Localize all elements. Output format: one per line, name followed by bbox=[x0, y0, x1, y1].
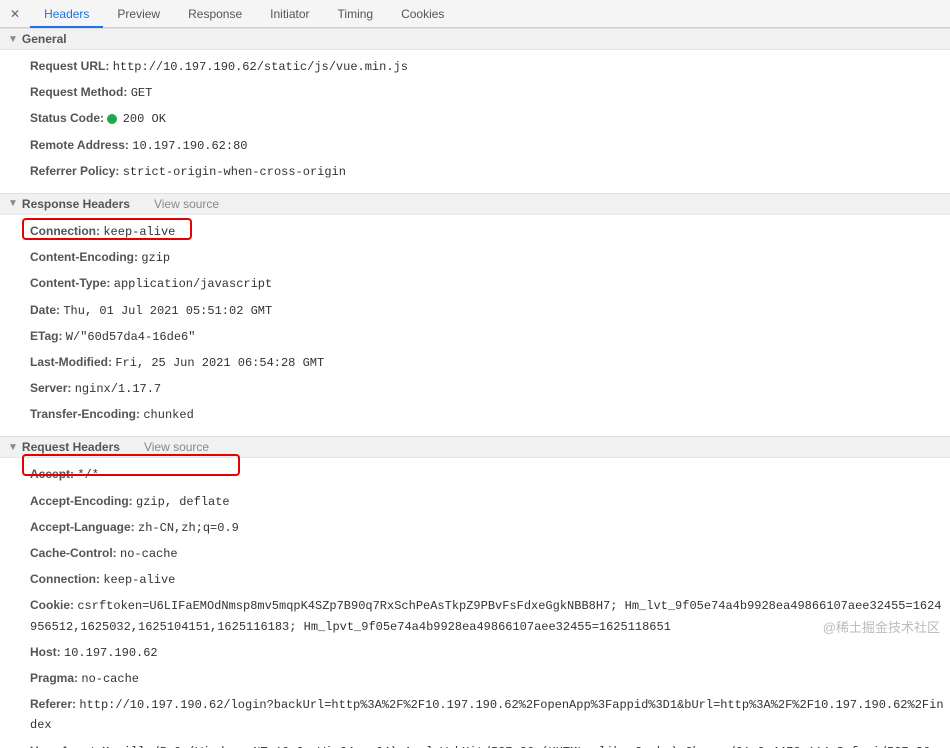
tab-initiator[interactable]: Initiator bbox=[256, 0, 323, 28]
kv-accept: Accept: */* bbox=[0, 462, 950, 488]
general-list: Request URL: http://10.197.190.62/static… bbox=[0, 50, 950, 193]
view-source-link[interactable]: View source bbox=[144, 440, 209, 454]
tab-cookies[interactable]: Cookies bbox=[387, 0, 458, 28]
section-request-title: Request Headers bbox=[22, 440, 120, 454]
kv-accept-language: Accept-Language: zh-CN,zh;q=0.9 bbox=[0, 515, 950, 541]
watermark: @稀土掘金技术社区 bbox=[823, 617, 940, 636]
kv-host: Host: 10.197.190.62 bbox=[0, 640, 950, 666]
kv-request-url: Request URL: http://10.197.190.62/static… bbox=[0, 54, 950, 80]
close-icon[interactable]: ✕ bbox=[4, 7, 30, 21]
kv-user-agent: User-Agent: Mozilla/5.0 (Windows NT 10.0… bbox=[0, 739, 950, 748]
kv-cookie: Cookie: csrftoken=U6LIFaEMOdNmsp8mv5mqpK… bbox=[0, 593, 950, 639]
disclosure-triangle-icon: ▼ bbox=[8, 198, 18, 209]
tab-preview[interactable]: Preview bbox=[103, 0, 174, 28]
kv-accept-encoding: Accept-Encoding: gzip, deflate bbox=[0, 489, 950, 515]
section-request-header[interactable]: ▼ Request Headers View source bbox=[0, 436, 950, 458]
kv-remote-address: Remote Address: 10.197.190.62:80 bbox=[0, 133, 950, 159]
view-source-link[interactable]: View source bbox=[154, 197, 219, 211]
tab-timing[interactable]: Timing bbox=[324, 0, 388, 28]
disclosure-triangle-icon: ▼ bbox=[8, 442, 18, 453]
tab-headers[interactable]: Headers bbox=[30, 0, 103, 28]
status-dot-icon bbox=[107, 114, 117, 124]
kv-pragma: Pragma: no-cache bbox=[0, 666, 950, 692]
kv-server: Server: nginx/1.17.7 bbox=[0, 376, 950, 402]
kv-cache-control: Cache-Control: no-cache bbox=[0, 541, 950, 567]
kv-content-encoding: Content-Encoding: gzip bbox=[0, 245, 950, 271]
kv-last-modified: Last-Modified: Fri, 25 Jun 2021 06:54:28… bbox=[0, 350, 950, 376]
section-general-title: General bbox=[22, 32, 67, 46]
tab-response[interactable]: Response bbox=[174, 0, 256, 28]
disclosure-triangle-icon: ▼ bbox=[8, 34, 18, 45]
kv-request-method: Request Method: GET bbox=[0, 80, 950, 106]
tabs-bar: ✕ Headers Preview Response Initiator Tim… bbox=[0, 0, 950, 28]
request-headers-list: Accept: */* Accept-Encoding: gzip, defla… bbox=[0, 458, 950, 748]
kv-transfer-encoding: Transfer-Encoding: chunked bbox=[0, 402, 950, 428]
kv-content-type: Content-Type: application/javascript bbox=[0, 271, 950, 297]
kv-referer: Referer: http://10.197.190.62/login?back… bbox=[0, 692, 950, 738]
kv-etag: ETag: W/"60d57da4-16de6" bbox=[0, 324, 950, 350]
kv-date: Date: Thu, 01 Jul 2021 05:51:02 GMT bbox=[0, 298, 950, 324]
response-headers-list: Connection: keep-alive Content-Encoding:… bbox=[0, 215, 950, 437]
kv-connection: Connection: keep-alive bbox=[0, 219, 950, 245]
kv-status-code: Status Code: 200 OK bbox=[0, 106, 950, 132]
section-general-header[interactable]: ▼ General bbox=[0, 28, 950, 50]
section-response-header[interactable]: ▼ Response Headers View source bbox=[0, 193, 950, 215]
kv-connection: Connection: keep-alive bbox=[0, 567, 950, 593]
section-response-title: Response Headers bbox=[22, 197, 130, 211]
kv-referrer-policy: Referrer Policy: strict-origin-when-cros… bbox=[0, 159, 950, 185]
